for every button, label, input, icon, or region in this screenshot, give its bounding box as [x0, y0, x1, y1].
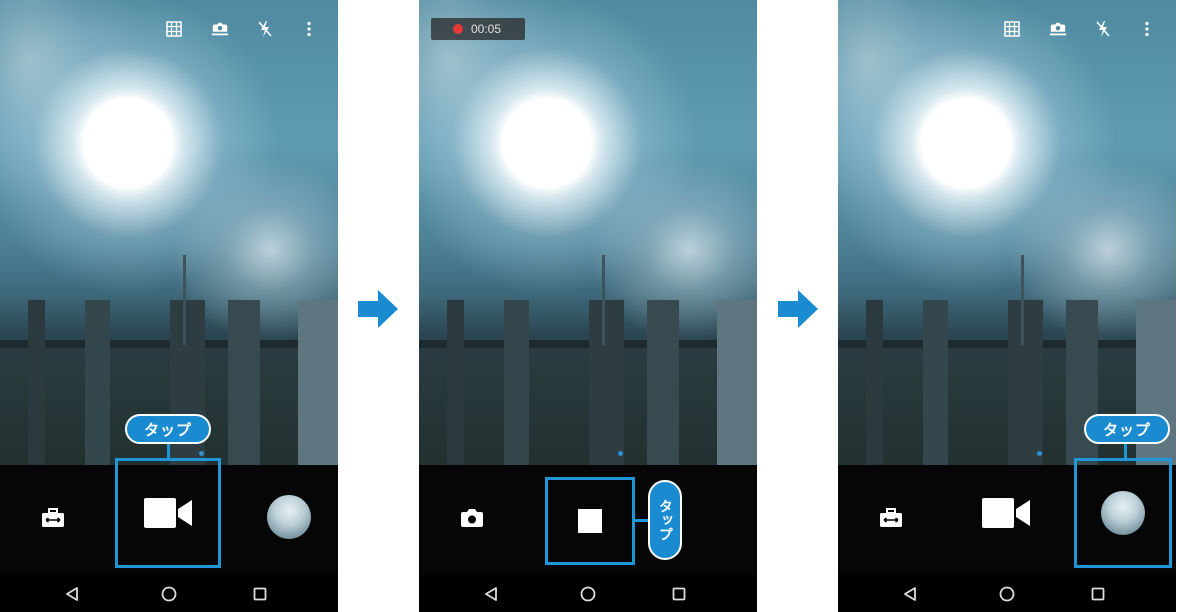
more-vert-icon[interactable] — [1138, 20, 1156, 38]
focus-dot — [1037, 451, 1042, 456]
record-button[interactable] — [953, 458, 1059, 568]
gallery-thumbnail[interactable] — [267, 495, 311, 539]
focus-dot — [199, 451, 204, 456]
more-vert-icon[interactable] — [300, 20, 318, 38]
recents-icon[interactable] — [670, 585, 688, 603]
grid-icon[interactable] — [165, 20, 183, 38]
city-skyline — [419, 300, 757, 465]
camera-switch-icon[interactable] — [1049, 20, 1067, 38]
briefcase-icon[interactable] — [878, 505, 904, 531]
recording-indicator: 00:05 — [431, 18, 525, 40]
step-arrow-icon — [358, 290, 398, 328]
camera-switch-icon[interactable] — [211, 20, 229, 38]
record-button[interactable] — [115, 458, 221, 568]
video-camera-icon — [982, 498, 1030, 528]
back-icon[interactable] — [63, 585, 81, 603]
flash-off-icon[interactable] — [256, 20, 274, 38]
antenna — [602, 255, 605, 345]
phone-screen-1: タップ — [0, 0, 338, 612]
tap-callout: タップ — [648, 480, 682, 560]
flash-off-icon[interactable] — [1094, 20, 1112, 38]
tap-callout: タップ — [1084, 414, 1170, 444]
phone-screen-3: タップ — [838, 0, 1176, 612]
back-icon[interactable] — [482, 585, 500, 603]
callout-connector — [1124, 444, 1127, 459]
video-camera-icon — [144, 498, 192, 528]
record-dot-icon — [453, 24, 463, 34]
home-icon[interactable] — [998, 585, 1016, 603]
callout-connector — [634, 519, 649, 522]
antenna — [183, 255, 186, 345]
home-icon[interactable] — [579, 585, 597, 603]
camera-icon[interactable] — [459, 505, 485, 531]
gallery-thumbnail — [1101, 491, 1145, 535]
antenna — [1021, 255, 1024, 345]
briefcase-icon[interactable] — [40, 505, 66, 531]
gallery-thumbnail-button[interactable] — [1074, 458, 1172, 568]
focus-dot — [618, 451, 623, 456]
grid-icon[interactable] — [1003, 20, 1021, 38]
phone-screen-2: 00:05 タップ — [419, 0, 757, 612]
callout-connector — [167, 444, 170, 459]
recording-time: 00:05 — [471, 22, 502, 36]
step-arrow-icon — [778, 290, 818, 328]
recents-icon[interactable] — [251, 585, 269, 603]
back-icon[interactable] — [901, 585, 919, 603]
stop-icon — [578, 509, 602, 533]
tap-callout: タップ — [125, 414, 211, 444]
recents-icon[interactable] — [1089, 585, 1107, 603]
home-icon[interactable] — [160, 585, 178, 603]
stop-button[interactable] — [545, 477, 635, 565]
